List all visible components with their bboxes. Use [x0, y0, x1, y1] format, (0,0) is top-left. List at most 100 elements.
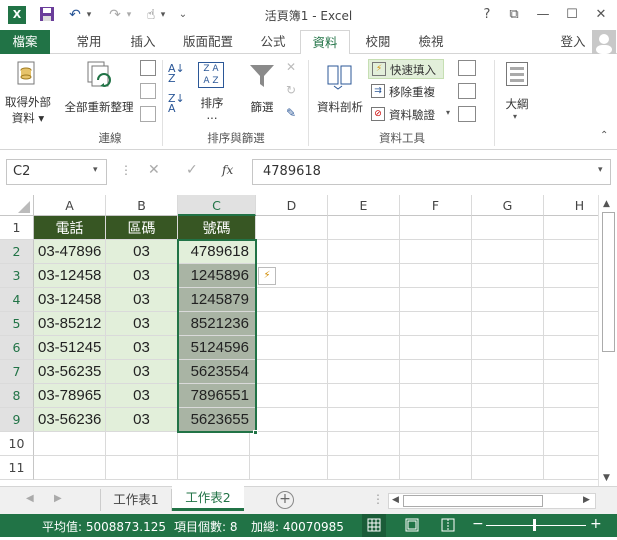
reapply-filter-icon[interactable]: ↻	[286, 83, 302, 99]
normal-view-icon[interactable]	[362, 514, 386, 537]
row-header-11[interactable]: 11	[0, 456, 34, 480]
column-header-g[interactable]: G	[472, 195, 544, 216]
horizontal-scroll-thumb[interactable]	[403, 495, 543, 507]
edit-links-icon[interactable]	[140, 106, 156, 122]
status-count[interactable]: 項目個數: 8	[174, 518, 238, 535]
empty-cells-bottom[interactable]	[34, 432, 256, 480]
flash-fill-button[interactable]: ⚡ 快速填入	[368, 59, 444, 79]
clear-filter-icon[interactable]: ✕	[286, 60, 302, 76]
tab-file[interactable]: 檔案	[0, 30, 50, 54]
enter-icon[interactable]: ✓	[186, 162, 198, 178]
sign-in-link[interactable]: 登入	[556, 30, 590, 54]
status-sum[interactable]: 加總: 40070985	[251, 518, 344, 535]
table-cell[interactable]: 03-47896	[34, 240, 106, 264]
table-cell[interactable]: 03-78965	[34, 384, 106, 408]
row-header-7[interactable]: 7	[0, 360, 34, 384]
consolidate-icon[interactable]	[458, 60, 476, 76]
tab-sheet1[interactable]: 工作表1	[100, 489, 172, 511]
table-cell[interactable]: 03	[106, 384, 178, 408]
zoom-in-button[interactable]: +	[590, 516, 602, 532]
what-if-icon[interactable]	[458, 83, 476, 99]
properties-icon[interactable]	[140, 83, 156, 99]
tab-formulas[interactable]: 公式	[250, 30, 296, 54]
name-box-chevron-icon[interactable]: ▾	[93, 165, 98, 175]
column-header-e[interactable]: E	[328, 195, 400, 216]
scroll-up-icon[interactable]: ▲	[603, 199, 610, 209]
table-cell[interactable]: 03-12458	[34, 264, 106, 288]
remove-duplicates-button[interactable]: ⇉ 移除重複	[368, 82, 444, 102]
collapse-ribbon-icon[interactable]: ⌃	[600, 130, 608, 141]
empty-cells[interactable]	[256, 216, 598, 480]
table-cell[interactable]: 03	[106, 312, 178, 336]
header-cell-phone[interactable]: 電話	[34, 216, 106, 240]
table-cell[interactable]: 03	[106, 240, 178, 264]
table-cell[interactable]: 03	[106, 264, 178, 288]
column-header-f[interactable]: F	[400, 195, 472, 216]
help-button[interactable]: ?	[476, 5, 498, 25]
sort-za-icon[interactable]: Z↓ A	[168, 93, 190, 114]
scroll-left-icon[interactable]: ◀	[392, 495, 399, 505]
formula-bar-grip-icon[interactable]: ⋮	[120, 163, 132, 177]
column-header-d[interactable]: D	[256, 195, 328, 216]
column-header-c[interactable]: C	[178, 195, 256, 216]
worksheet-grid[interactable]: A B C D E F G H 1 2 3 4 5 6 7 8 9 10 11 …	[0, 195, 598, 485]
tab-data[interactable]: 資料	[300, 30, 350, 55]
zoom-out-button[interactable]: −	[472, 516, 484, 532]
row-header-10[interactable]: 10	[0, 432, 34, 456]
connections-icon[interactable]	[140, 60, 156, 76]
maximize-button[interactable]: ☐	[561, 5, 583, 25]
relationships-icon[interactable]	[458, 106, 476, 122]
vertical-scrollbar[interactable]: ▲ ▼	[598, 195, 617, 486]
formula-input[interactable]: 4789618	[252, 159, 611, 185]
tab-insert[interactable]: 插入	[120, 30, 166, 54]
data-validation-button[interactable]: ⊘ 資料驗證 ▾	[368, 105, 454, 125]
tab-review[interactable]: 校閱	[355, 30, 401, 54]
row-header-6[interactable]: 6	[0, 336, 34, 360]
advanced-filter-icon[interactable]: ✎	[286, 106, 302, 122]
tab-page-layout[interactable]: 版面配置	[176, 30, 240, 54]
header-cell-area-code[interactable]: 區碼	[106, 216, 178, 240]
table-cell[interactable]: 03	[106, 360, 178, 384]
cancel-icon[interactable]: ✕	[148, 162, 160, 178]
row-header-2[interactable]: 2	[0, 240, 34, 264]
ribbon-display-options-button[interactable]: ⧉	[503, 5, 525, 25]
table-cell[interactable]: 03	[106, 288, 178, 312]
refresh-all-button[interactable]: 全部重新整理	[60, 58, 138, 122]
column-header-h[interactable]: H	[544, 195, 598, 216]
status-average[interactable]: 平均值: 5008873.125	[42, 518, 166, 535]
outline-button[interactable]: 大綱 ▾	[500, 58, 534, 122]
new-sheet-button[interactable]: +	[276, 491, 294, 509]
sort-az-icon[interactable]: A↓ Z	[168, 63, 190, 84]
fill-handle[interactable]	[253, 430, 258, 435]
zoom-slider[interactable]	[486, 519, 586, 531]
table-cell[interactable]: 03-56236	[34, 408, 106, 432]
close-button[interactable]: ✕	[590, 5, 612, 25]
minimize-button[interactable]: —	[532, 5, 554, 25]
sheet-prev-icon[interactable]: ◀	[26, 493, 34, 504]
sheet-tabs-splitter-icon[interactable]: ⋮	[372, 492, 384, 506]
table-cell[interactable]: 03	[106, 336, 178, 360]
zoom-slider-thumb[interactable]	[533, 519, 536, 531]
flash-fill-options-icon[interactable]: ⚡	[258, 267, 276, 285]
text-to-columns-button[interactable]: 資料剖析	[312, 58, 368, 122]
name-box[interactable]: C2	[6, 159, 107, 185]
select-all-corner[interactable]	[0, 195, 34, 216]
filter-button[interactable]: 篩選	[242, 58, 282, 122]
insert-function-icon[interactable]: fx	[222, 163, 233, 177]
table-cell[interactable]: 03	[106, 408, 178, 432]
page-break-view-icon[interactable]	[436, 514, 460, 537]
table-cell[interactable]: 03-12458	[34, 288, 106, 312]
tab-home[interactable]: 常用	[66, 30, 112, 54]
get-external-data-button[interactable]: 取得外部 資料 ▾	[2, 58, 54, 125]
column-header-b[interactable]: B	[106, 195, 178, 216]
sort-button[interactable]: Z AA Z 排序 ...	[194, 58, 230, 126]
row-header-3[interactable]: 3	[0, 264, 34, 288]
expand-formula-icon[interactable]: ▾	[598, 165, 603, 175]
row-header-8[interactable]: 8	[0, 384, 34, 408]
row-header-4[interactable]: 4	[0, 288, 34, 312]
sheet-next-icon[interactable]: ▶	[54, 493, 62, 504]
row-header-1[interactable]: 1	[0, 216, 34, 240]
table-cell[interactable]: 03-56235	[34, 360, 106, 384]
row-header-5[interactable]: 5	[0, 312, 34, 336]
column-header-a[interactable]: A	[34, 195, 106, 216]
